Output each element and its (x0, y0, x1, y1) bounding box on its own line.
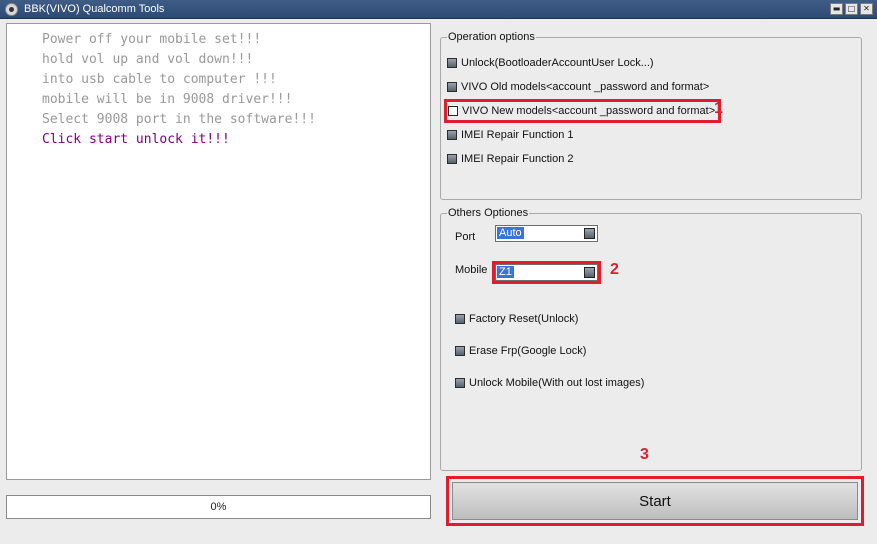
app-icon (5, 3, 18, 16)
port-label: Port (455, 231, 476, 243)
option-vivo-new-models[interactable]: VIVO New models<account _password and fo… (444, 99, 722, 123)
option-label: Unlock Mobile(With out lost images) (469, 377, 645, 389)
mobile-select-highlight: Z1 (492, 261, 601, 284)
port-select[interactable]: Auto (495, 225, 598, 242)
start-button[interactable]: Start (452, 482, 858, 520)
checkbox[interactable] (455, 346, 465, 356)
option-unlock-bootloader[interactable]: Unlock(BootloaderAccountUser Lock...) (447, 55, 654, 71)
mobile-label: Mobile (455, 264, 488, 276)
option-label: Erase Frp(Google Lock) (469, 345, 587, 357)
progress-text: 0% (210, 501, 227, 513)
log-line: Power off your mobile set!!! (42, 32, 262, 47)
chevron-down-icon[interactable] (584, 228, 595, 239)
chevron-down-icon[interactable] (584, 267, 595, 278)
maximize-icon[interactable]: □ (845, 3, 858, 15)
window-title: BBK(VIVO) Qualcomm Tools (24, 3, 165, 15)
option-vivo-old-models[interactable]: VIVO Old models<account _password and fo… (447, 79, 709, 95)
log-line: into usb cable to computer !!! (42, 72, 277, 87)
window-controls: ▬ □ ✕ (830, 3, 873, 15)
checkbox[interactable] (455, 378, 465, 388)
annotation-marker-3: 3 (640, 446, 649, 463)
log-line: hold vol up and vol down!!! (42, 52, 254, 67)
others-options-group: Others Optiones (440, 207, 862, 471)
log-line: Select 9008 port in the software!!! (42, 112, 316, 127)
group-title: Others Optiones (447, 207, 530, 219)
progress-bar: 0% (6, 495, 431, 519)
checkbox[interactable] (448, 106, 458, 116)
option-imei-repair-1[interactable]: IMEI Repair Function 1 (447, 127, 574, 143)
option-label: Unlock(BootloaderAccountUser Lock...) (461, 57, 654, 69)
annotation-marker-2: 2 (610, 261, 619, 278)
option-label: IMEI Repair Function 2 (461, 153, 574, 165)
checkbox[interactable] (447, 82, 457, 92)
option-unlock-mobile[interactable]: Unlock Mobile(With out lost images) (455, 375, 644, 391)
checkbox[interactable] (447, 154, 457, 164)
annotation-marker-1: 1 (714, 100, 723, 117)
close-icon[interactable]: ✕ (860, 3, 873, 15)
option-label: Factory Reset(Unlock) (469, 313, 579, 325)
checkbox[interactable] (455, 314, 465, 324)
option-factory-reset[interactable]: Factory Reset(Unlock) (455, 311, 578, 327)
minimize-icon[interactable]: ▬ (830, 3, 843, 15)
port-value: Auto (497, 227, 524, 239)
mobile-select[interactable]: Z1 (495, 264, 598, 281)
log-output[interactable]: Power off your mobile set!!! hold vol up… (6, 23, 431, 480)
mobile-value: Z1 (497, 266, 514, 278)
title-bar: BBK(VIVO) Qualcomm Tools ▬ □ ✕ (0, 0, 877, 19)
start-button-highlight: Start (446, 476, 864, 526)
checkbox[interactable] (447, 130, 457, 140)
option-label: VIVO New models<account _password and fo… (462, 105, 716, 117)
log-line: mobile will be in 9008 driver!!! (42, 92, 293, 107)
checkbox[interactable] (447, 58, 457, 68)
log-line-instruction: Click start unlock it!!! (42, 132, 230, 147)
option-erase-frp[interactable]: Erase Frp(Google Lock) (455, 343, 586, 359)
group-title: Operation options (447, 31, 536, 43)
option-label: VIVO Old models<account _password and fo… (461, 81, 710, 93)
option-label: IMEI Repair Function 1 (461, 129, 574, 141)
option-imei-repair-2[interactable]: IMEI Repair Function 2 (447, 151, 574, 167)
